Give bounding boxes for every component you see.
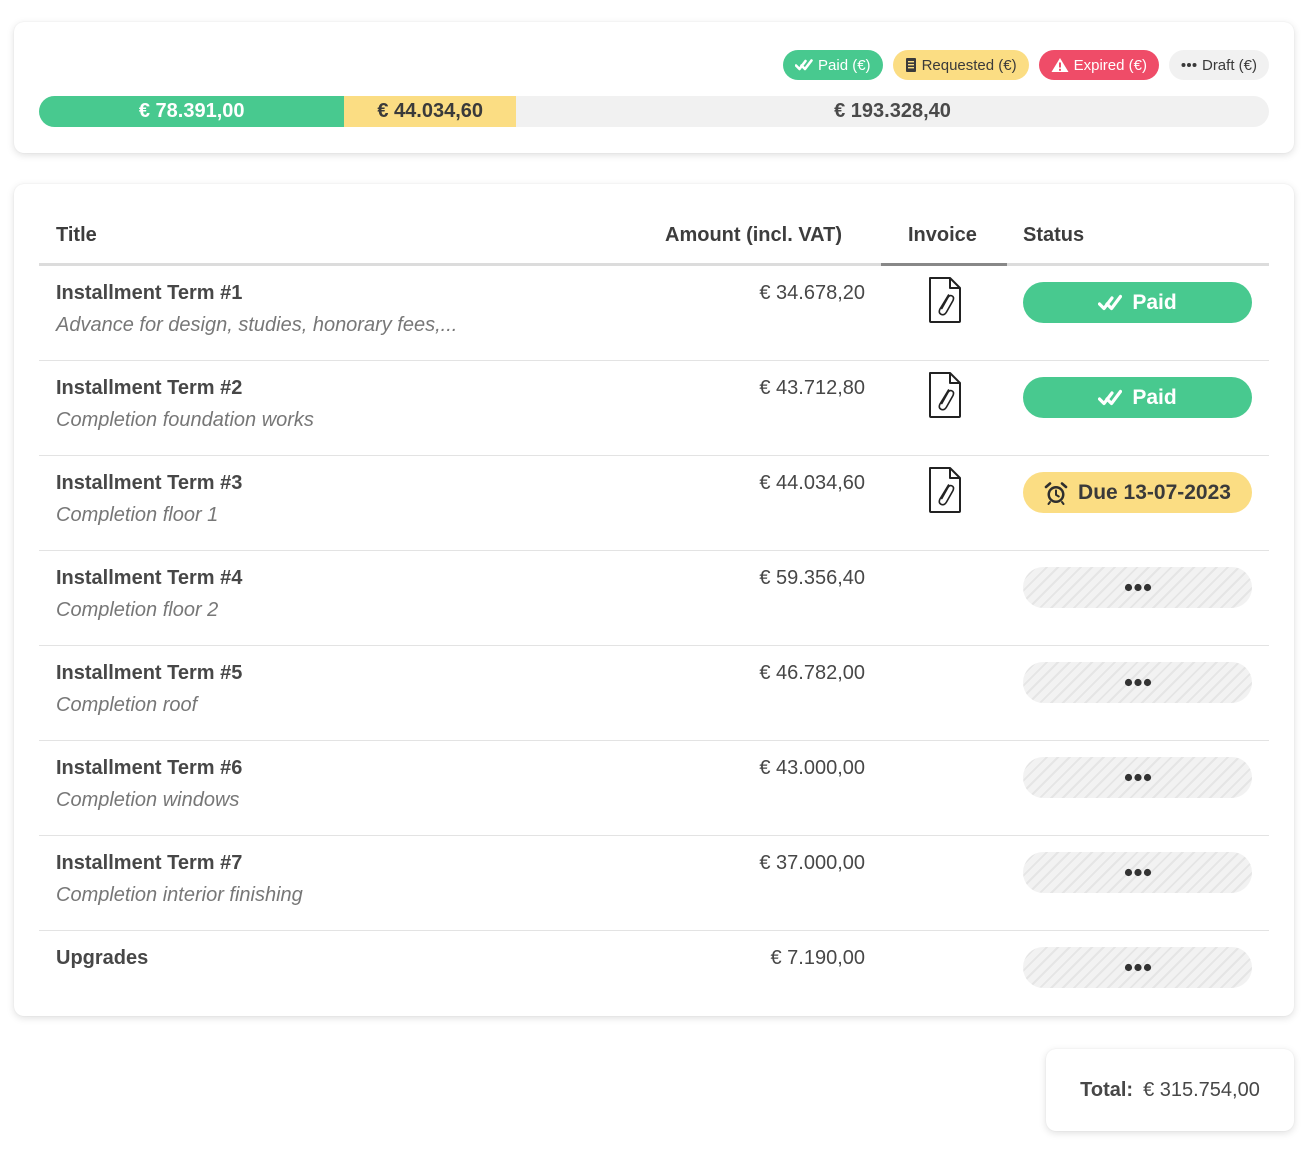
double-check-icon [1098, 294, 1123, 310]
ellipsis-icon [1124, 868, 1151, 877]
row-title: Installment Term #5 [56, 662, 243, 684]
legend-paid[interactable]: Paid (€) [783, 50, 883, 80]
status-label: Paid [1132, 290, 1177, 314]
column-header-amount[interactable]: Amount (incl. VAT) [665, 224, 842, 247]
status-legend: Paid (€) Requested (€) Expired (€) Draft… [783, 50, 1269, 80]
attachment-file-icon[interactable] [925, 466, 965, 514]
row-title: Installment Term #6 [56, 757, 243, 779]
row-amount: € 37.000,00 [759, 852, 865, 874]
row-amount: € 7.190,00 [770, 947, 865, 969]
ellipsis-icon [1124, 583, 1151, 592]
row-amount: € 43.000,00 [759, 757, 865, 779]
warning-icon [1051, 58, 1069, 72]
row-amount: € 43.712,80 [759, 377, 865, 399]
row-description: Completion floor 1 [56, 504, 219, 526]
status-label: Due 13-07-2023 [1078, 480, 1231, 504]
row-amount: € 59.356,40 [759, 567, 865, 589]
row-amount: € 46.782,00 [759, 662, 865, 684]
table-row[interactable]: Installment Term #1 Advance for design, s… [39, 266, 1269, 361]
legend-expired-label: Expired (€) [1073, 56, 1147, 74]
column-header-status[interactable]: Status [1023, 224, 1084, 247]
table-header: Title Amount (incl. VAT) Invoice Status [39, 184, 1269, 266]
attachment-file-icon[interactable] [925, 371, 965, 419]
installments-table-card: Title Amount (incl. VAT) Invoice Status … [14, 184, 1294, 1016]
table-row[interactable]: Installment Term #2 Completion foundation… [39, 361, 1269, 456]
table-row[interactable]: Installment Term #3 Completion floor 1 € 4… [39, 456, 1269, 551]
status-label: Paid [1132, 385, 1177, 409]
payment-progress-bar: € 78.391,00 € 44.034,60 € 193.328,40 [39, 96, 1269, 127]
ellipsis-icon [1124, 963, 1151, 972]
row-title: Upgrades [56, 947, 149, 969]
double-check-icon [795, 59, 813, 71]
row-title: Installment Term #3 [56, 472, 243, 494]
total-label: Total: [1080, 1078, 1134, 1101]
legend-draft-label: Draft (€) [1201, 56, 1257, 74]
ellipsis-icon [1124, 678, 1151, 687]
status-due-badge[interactable]: Due 13-07-2023 [1023, 472, 1252, 513]
double-check-icon [1098, 389, 1123, 405]
attachment-file-icon[interactable] [925, 276, 965, 324]
alarm-clock-icon [1044, 481, 1068, 505]
ellipsis-icon [1181, 63, 1197, 67]
legend-requested-label: Requested (€) [921, 56, 1017, 74]
legend-requested[interactable]: Requested (€) [892, 50, 1029, 80]
row-title: Installment Term #1 [56, 282, 243, 304]
row-description: Completion foundation works [56, 409, 314, 431]
total-card: Total: € 315.754,00 [1046, 1049, 1294, 1131]
column-header-title[interactable]: Title [56, 224, 97, 247]
column-header-invoice[interactable]: Invoice [908, 224, 977, 247]
row-amount: € 44.034,60 [759, 472, 865, 494]
table-row[interactable]: Installment Term #4 Completion floor 2 € 5… [39, 551, 1269, 646]
status-draft-badge[interactable] [1023, 947, 1252, 988]
row-title: Installment Term #7 [56, 852, 243, 874]
legend-draft[interactable]: Draft (€) [1168, 50, 1269, 80]
progress-requested-segment: € 44.034,60 [344, 96, 516, 127]
row-description: Advance for design, studies, honorary fe… [56, 314, 458, 336]
row-amount: € 34.678,20 [759, 282, 865, 304]
progress-paid-segment: € 78.391,00 [39, 96, 345, 127]
status-draft-badge[interactable] [1023, 852, 1252, 893]
ellipsis-icon [1124, 773, 1151, 782]
row-title: Installment Term #4 [56, 567, 243, 589]
table-row[interactable]: Installment Term #7 Completion interior f… [39, 836, 1269, 931]
table-row[interactable]: Upgrades € 7.190,00 [39, 931, 1269, 1026]
payment-summary-card: Paid (€) Requested (€) Expired (€) Draft… [14, 22, 1294, 153]
progress-remaining-segment: € 193.328,40 [834, 100, 951, 122]
status-draft-badge[interactable] [1023, 662, 1252, 703]
row-description: Completion interior finishing [56, 884, 303, 906]
receipt-icon [905, 58, 916, 72]
status-paid-badge[interactable]: Paid [1023, 282, 1252, 323]
row-description: Completion floor 2 [56, 599, 219, 621]
row-title: Installment Term #2 [56, 377, 243, 399]
status-draft-badge[interactable] [1023, 567, 1252, 608]
table-row[interactable]: Installment Term #6 Completion windows € 4… [39, 741, 1269, 836]
status-draft-badge[interactable] [1023, 757, 1252, 798]
legend-paid-label: Paid (€) [818, 56, 871, 74]
row-description: Completion roof [56, 694, 198, 716]
status-paid-badge[interactable]: Paid [1023, 377, 1252, 418]
table-row[interactable]: Installment Term #5 Completion roof € 46.7… [39, 646, 1269, 741]
legend-expired[interactable]: Expired (€) [1038, 50, 1159, 80]
row-description: Completion windows [56, 789, 240, 811]
total-value: € 315.754,00 [1143, 1078, 1260, 1101]
